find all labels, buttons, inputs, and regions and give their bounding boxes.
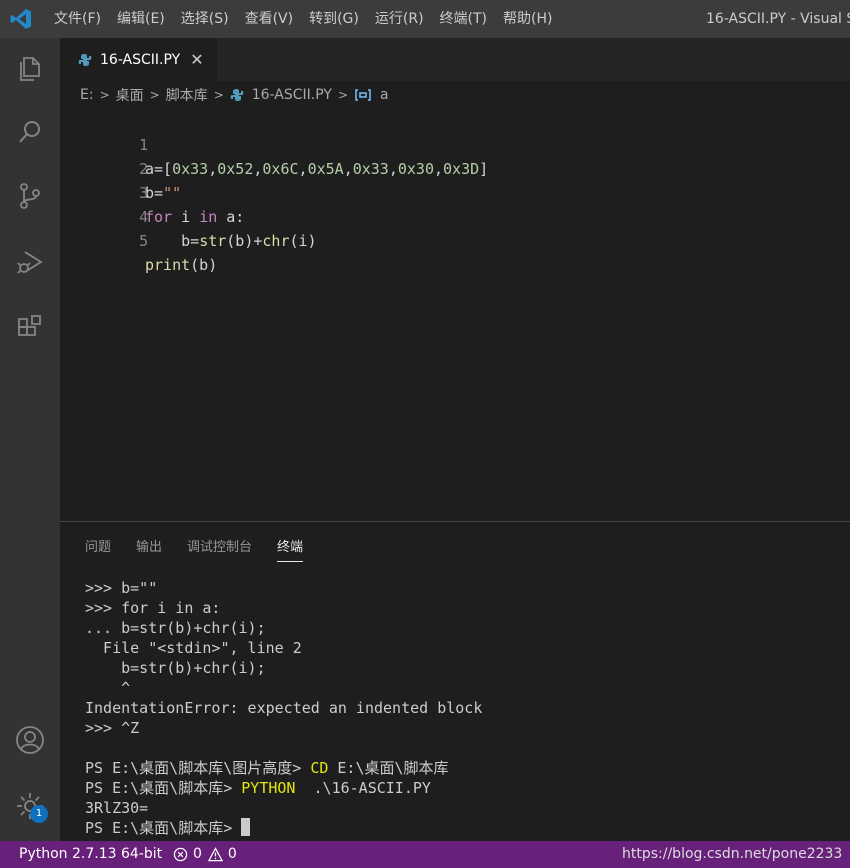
editor-tab-bar: 16-ASCII.PY ✕ — [60, 38, 850, 81]
source-control-icon[interactable] — [12, 178, 48, 214]
window-title: 16-ASCII.PY - Visual St — [706, 11, 850, 27]
terminal-line: 3RlZ30= — [85, 799, 149, 817]
ps-prompt: PS E:\桌面\脚本库> — [85, 819, 233, 837]
line-number: 5 — [139, 232, 149, 250]
code-line-4: 4 b=str(b)+chr(i) — [60, 181, 317, 250]
python-interpreter-status[interactable]: Python 2.7.13 64-bit — [19, 841, 162, 868]
terminal-line: ... b=str(b)+chr(i); — [85, 619, 266, 637]
menu-selection[interactable]: 选择(S) — [173, 0, 237, 38]
terminal-line: ^ — [85, 679, 131, 697]
settings-update-badge: 1 — [30, 805, 48, 823]
breadcrumb-symbol[interactable]: a — [380, 87, 389, 103]
watermark-text: https://blog.csdn.net/pone2233 — [622, 846, 843, 862]
tab-terminal[interactable]: 终端 — [277, 536, 304, 562]
warning-icon — [207, 847, 223, 862]
tab-output[interactable]: 输出 — [136, 536, 162, 562]
python-file-icon — [230, 89, 244, 101]
terminal-line: >>> b="" — [85, 579, 158, 597]
code-line-2: 2 b="" — [60, 133, 181, 202]
search-icon[interactable] — [12, 114, 48, 150]
menu-go[interactable]: 转到(G) — [301, 0, 367, 38]
terminal-cursor — [241, 818, 251, 836]
menu-edit[interactable]: 编辑(E) — [109, 0, 173, 38]
menu-run[interactable]: 运行(R) — [367, 0, 432, 38]
breadcrumb-drive[interactable]: E: — [80, 87, 94, 103]
chevron-right-icon: > — [149, 88, 160, 102]
code-line-1: 1 a=[0x33,0x52,0x6C,0x5A,0x33,0x30,0x3D] — [60, 109, 488, 178]
breadcrumb-folder-scripts[interactable]: 脚本库 — [166, 85, 208, 105]
ps-argument: .\16-ASCII.PY — [313, 779, 431, 797]
explorer-icon[interactable] — [12, 50, 48, 86]
title-bar: 文件(F) 编辑(E) 选择(S) 查看(V) 转到(G) 运行(R) 终端(T… — [0, 0, 850, 38]
tab-problems[interactable]: 问题 — [85, 536, 111, 562]
code-text: a=[0x33,0x52,0x6C,0x5A,0x33,0x30,0x3D] — [145, 160, 489, 178]
problems-status[interactable]: 0 0 — [173, 841, 237, 868]
menu-bar: 文件(F) 编辑(E) 选择(S) 查看(V) 转到(G) 运行(R) 终端(T… — [46, 0, 560, 38]
menu-terminal[interactable]: 终端(T) — [432, 0, 495, 38]
chevron-right-icon: > — [99, 88, 110, 102]
tab-debug-console[interactable]: 调试控制台 — [187, 536, 252, 562]
terminal-line: IndentationError: expected an indented b… — [85, 699, 483, 717]
code-text: b="" — [145, 184, 182, 202]
terminal-line: PS E:\桌面\脚本库\图片高度> CD E:\桌面\脚本库 — [85, 758, 482, 778]
code-editor[interactable]: 1 a=[0x33,0x52,0x6C,0x5A,0x33,0x30,0x3D]… — [60, 109, 850, 521]
terminal-line: File "<stdin>", line 2 — [85, 639, 302, 657]
tab-label: 16-ASCII.PY — [100, 51, 181, 68]
status-bar: Python 2.7.13 64-bit 0 0 https://blog.cs… — [0, 841, 850, 868]
python-file-icon — [78, 53, 92, 66]
error-icon — [173, 847, 188, 862]
menu-view[interactable]: 查看(V) — [237, 0, 302, 38]
breadcrumb-folder-desktop[interactable]: 桌面 — [116, 85, 144, 105]
activity-bar — [0, 38, 60, 841]
ps-prompt: PS E:\桌面\脚本库\图片高度> — [85, 759, 302, 777]
account-icon[interactable] — [12, 722, 48, 758]
tab-16-ascii-py[interactable]: 16-ASCII.PY ✕ — [60, 38, 217, 81]
menu-file[interactable]: 文件(F) — [46, 0, 109, 38]
close-icon[interactable]: ✕ — [190, 50, 203, 69]
terminal-line: >>> for i in a: — [85, 599, 221, 617]
code-text: print(b) — [145, 256, 218, 274]
breadcrumb: E: > 桌面 > 脚本库 > 16-ASCII.PY > a — [60, 81, 850, 109]
terminal-line: b=str(b)+chr(i); — [85, 659, 266, 677]
terminal-output[interactable]: >>> b="" >>> for i in a: ... b=str(b)+ch… — [85, 578, 482, 838]
error-count: 0 — [193, 846, 202, 862]
menu-help[interactable]: 帮助(H) — [495, 0, 560, 38]
ps-argument: E:\桌面\脚本库 — [337, 759, 449, 777]
variable-symbol-icon — [355, 89, 371, 101]
code-line-5: 5 print(b) — [60, 205, 217, 274]
bottom-panel: 问题 输出 调试控制台 终端 >>> b="" >>> for i in a: … — [60, 521, 850, 842]
ps-command: PYTHON — [241, 779, 296, 797]
ps-command: CD — [310, 759, 329, 777]
chevron-right-icon: > — [213, 88, 224, 102]
chevron-right-icon: > — [337, 88, 349, 102]
warning-count: 0 — [227, 846, 237, 862]
breadcrumb-file[interactable]: 16-ASCII.PY — [252, 87, 332, 103]
run-debug-icon[interactable] — [12, 244, 48, 280]
vscode-logo-icon[interactable] — [9, 7, 33, 31]
terminal-line: PS E:\桌面\脚本库> PYTHON .\16-ASCII.PY — [85, 778, 482, 798]
ps-prompt: PS E:\桌面\脚本库> — [85, 779, 233, 797]
code-line-3: 3 for i in a: — [60, 157, 244, 226]
terminal-line: PS E:\桌面\脚本库> — [85, 818, 482, 838]
panel-tabs: 问题 输出 调试控制台 终端 — [85, 536, 328, 562]
terminal-line: >>> ^Z — [85, 719, 140, 737]
code-text: b=str(b)+chr(i) — [145, 232, 317, 250]
code-text: for i in a: — [145, 208, 245, 226]
extensions-icon[interactable] — [12, 310, 48, 346]
